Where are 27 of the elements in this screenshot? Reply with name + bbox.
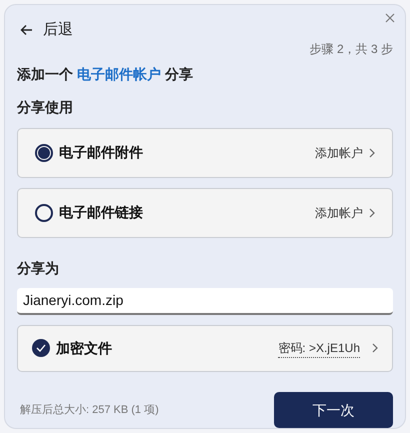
- next-button[interactable]: 下一次: [274, 392, 393, 428]
- chevron-right-icon: [369, 208, 375, 218]
- filename-field[interactable]: Jianeryi.com.zip: [17, 288, 393, 315]
- back-arrow-icon[interactable]: [20, 24, 33, 36]
- close-icon[interactable]: [385, 13, 395, 23]
- checkmark-icon: [36, 344, 46, 352]
- step-indicator: 步骤 2，共 3 步: [310, 40, 393, 58]
- dialog-heading: 添加一个 电子邮件帐户 分享: [17, 64, 194, 84]
- radio-button[interactable]: [35, 144, 53, 162]
- share-option[interactable]: 电子邮件附件 添加帐户: [17, 128, 393, 178]
- add-account-link[interactable]: 添加帐户: [315, 204, 363, 222]
- back-button[interactable]: 后退: [43, 19, 73, 42]
- option-label: 电子邮件附件: [59, 143, 144, 162]
- encrypt-option[interactable]: 加密文件 密码: >X.jE1Uh: [17, 324, 393, 372]
- checkbox[interactable]: [32, 339, 50, 358]
- chevron-right-icon: [369, 148, 375, 158]
- email-account-link[interactable]: 电子邮件帐户: [76, 66, 161, 82]
- option-label: 加密文件: [56, 338, 113, 358]
- share-option[interactable]: 电子邮件链接 添加帐户: [17, 188, 393, 238]
- chevron-right-icon: [372, 343, 378, 354]
- option-label: 电子邮件链接: [59, 203, 144, 222]
- section-label: 分享为: [17, 258, 60, 278]
- total-size-text: 解压后总大小: 257 KB (1 项): [20, 402, 159, 418]
- radio-button[interactable]: [35, 204, 53, 222]
- add-account-link[interactable]: 添加帐户: [315, 144, 363, 162]
- password-link[interactable]: 密码: >X.jE1Uh: [278, 338, 360, 358]
- section-label: 分享使用: [17, 98, 74, 116]
